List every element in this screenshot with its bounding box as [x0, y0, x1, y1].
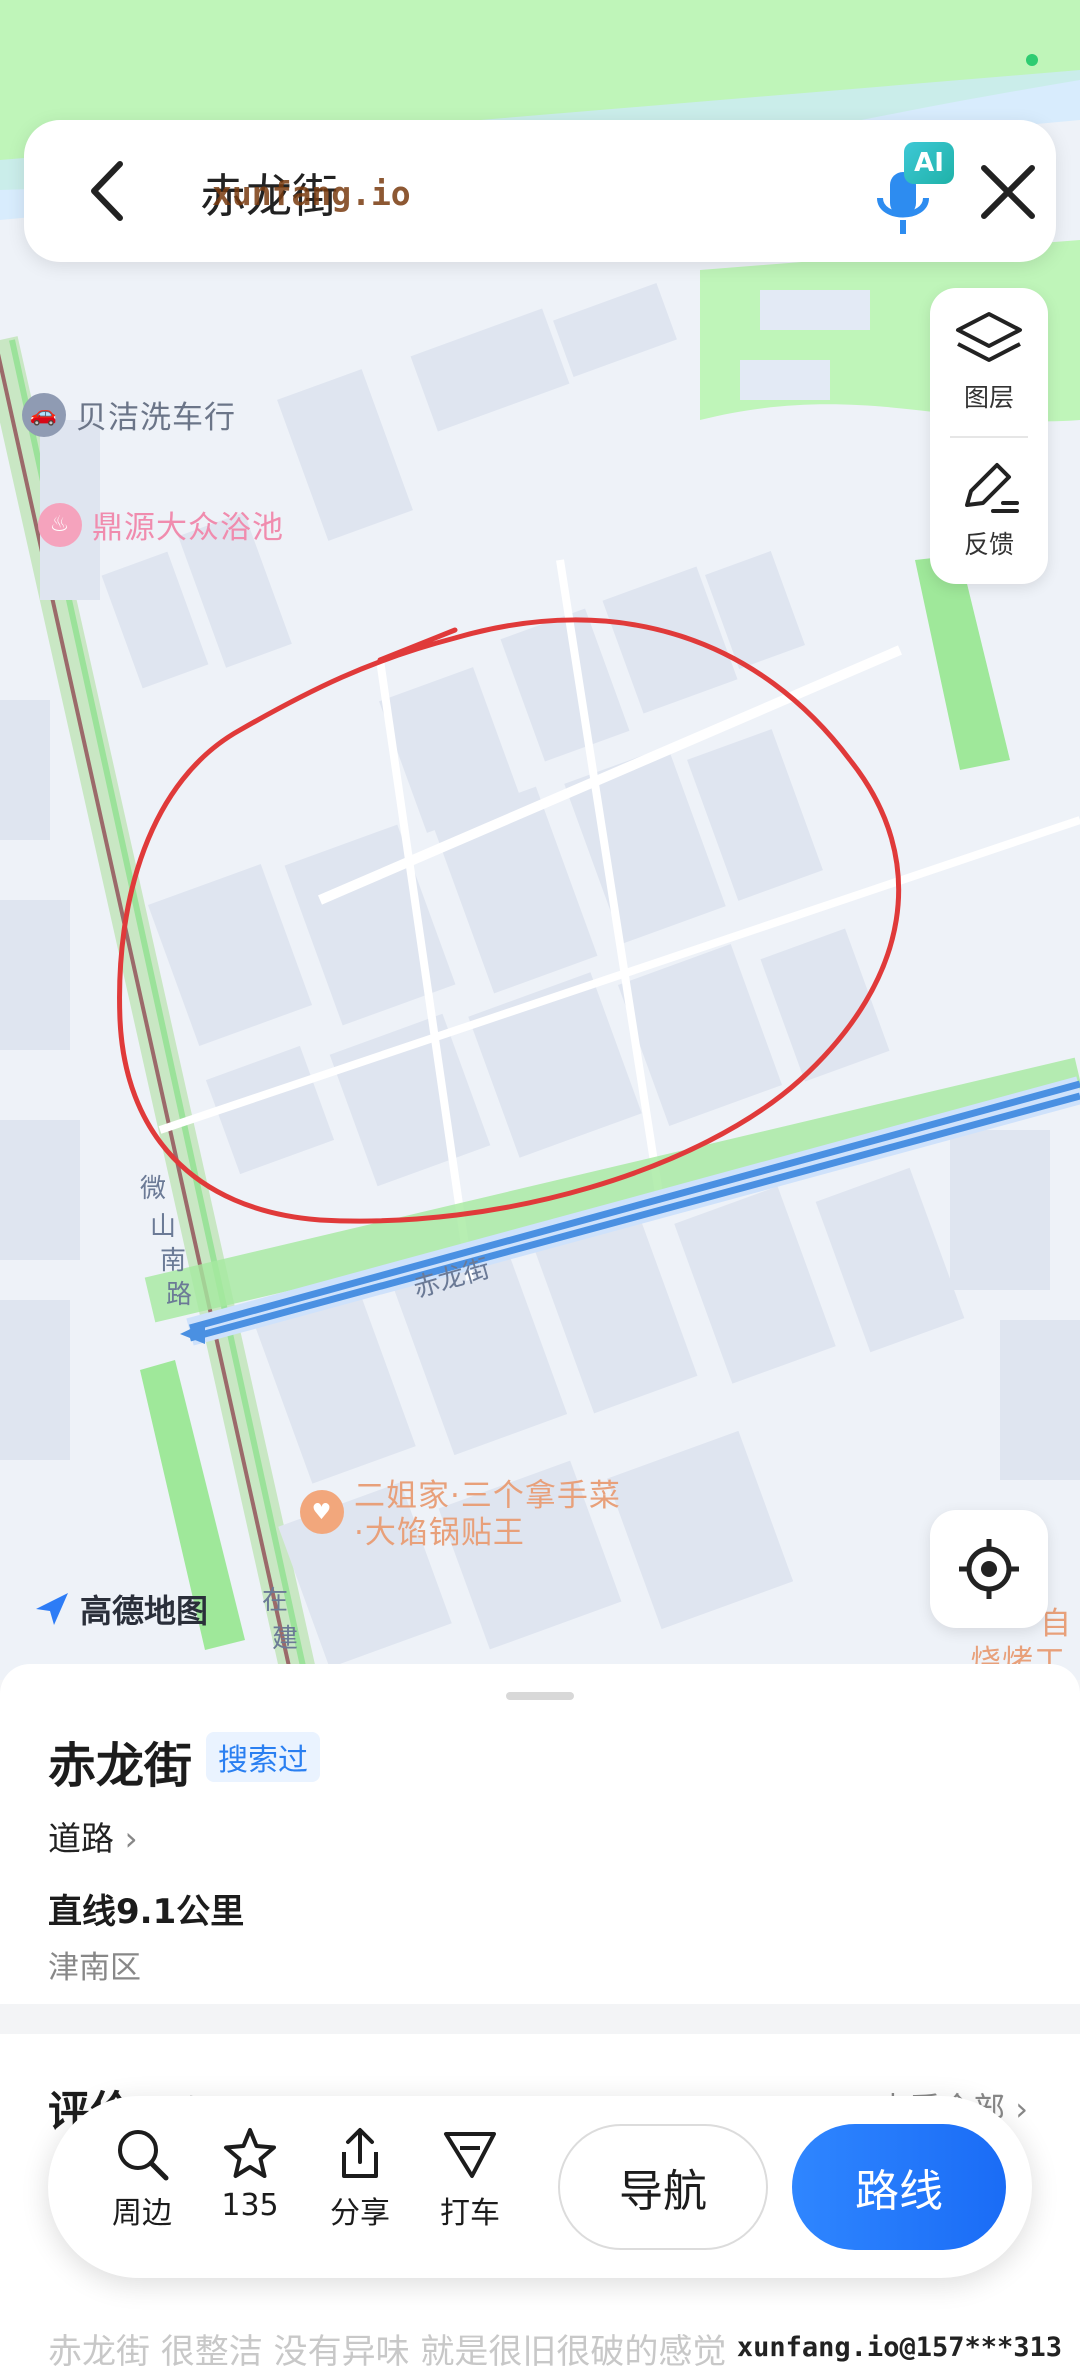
poi-bathhouse[interactable]: ♨ 鼎源大众浴池 [38, 502, 284, 547]
poi-bathhouse-label: 鼎源大众浴池 [92, 510, 284, 546]
navigate-button[interactable]: 导航 [558, 2124, 768, 2250]
road-label-construction-1: 在 [262, 1586, 289, 1616]
watermark-bottom: xunfang.io@157***313 [736, 2332, 1062, 2363]
close-icon [981, 165, 1035, 219]
poi-restaurant-line1: 二姐家·三个拿手菜 [354, 1478, 621, 1514]
share-icon [342, 2128, 378, 2178]
road-label-weishan-1: 微 [140, 1174, 167, 1204]
locate-crosshair-icon [959, 1539, 1019, 1599]
bath-icon: ♨ [38, 502, 82, 547]
poi-car-wash-label: 贝洁洗车行 [76, 400, 236, 436]
feedback-button[interactable]: 反馈 [930, 436, 1048, 584]
taxi-flag-icon [444, 2132, 496, 2178]
restaurant-icon: ♥ [300, 1490, 344, 1534]
road-label-construction-2: 建 [272, 1624, 299, 1654]
road-label-weishan-3: 南 [160, 1246, 187, 1276]
category-label: 道路 [48, 1819, 114, 1858]
place-district: 津南区 [48, 1950, 141, 1986]
close-button[interactable] [976, 160, 1040, 224]
brand-arrow-icon [36, 1593, 68, 1625]
car-icon: 🚗 [22, 392, 66, 437]
status-dot [1026, 54, 1038, 66]
feedback-label: 反馈 [963, 530, 1014, 559]
review-preview: 赤龙街 很整洁 没有异味 就是很旧很破的感觉 [48, 2332, 727, 2372]
place-name: 赤龙街 [48, 1738, 193, 1794]
layers-button[interactable]: 图层 [930, 288, 1048, 436]
search-icon [118, 2130, 169, 2181]
ai-badge: AI [904, 142, 954, 184]
layers-label: 图层 [963, 383, 1014, 412]
poi-restaurant[interactable]: ♥ 二姐家·三个拿手菜 ·大馅锅贴王 [300, 1478, 621, 1552]
place-details-sheet[interactable]: 赤龙街 搜索过 道路 › 直线9.1公里 津南区 [0, 1664, 1080, 2004]
map-tools-panel: 图层 反馈 [930, 288, 1048, 584]
star-icon [224, 2128, 276, 2178]
taxi-label: 打车 [440, 2196, 500, 2231]
search-bar: 赤龙街 AI [24, 120, 1056, 262]
ai-voice-button[interactable]: AI [866, 142, 958, 242]
route-button[interactable]: 路线 [792, 2124, 1006, 2250]
road-label-weishan-4: 路 [166, 1280, 193, 1310]
back-chevron-icon [91, 161, 123, 221]
map-brand-logo: 高德地图 [32, 1586, 208, 1632]
favorite-count: 135 [221, 2188, 279, 2223]
poi-car-wash[interactable]: 🚗 贝洁洗车行 [22, 392, 236, 437]
sheet-drag-handle[interactable] [506, 1692, 574, 1700]
nearby-button[interactable]: 周边 [92, 2126, 192, 2232]
brand-label: 高德地图 [80, 1592, 209, 1630]
back-button[interactable] [80, 156, 140, 226]
watermark-top: xunfang.io [212, 174, 411, 213]
poi-restaurant-line2: ·大馅锅贴王 [354, 1515, 525, 1552]
nearby-label: 周边 [112, 2196, 172, 2231]
searched-tag: 搜索过 [206, 1732, 320, 1782]
share-button[interactable]: 分享 [310, 2126, 410, 2232]
road-label-weishan-2: 山 [150, 1212, 177, 1242]
locate-button[interactable] [930, 1510, 1048, 1628]
edit-pen-icon [965, 463, 1019, 513]
place-distance: 直线9.1公里 [48, 1892, 245, 1932]
layers-icon [956, 312, 1022, 362]
taxi-button[interactable]: 打车 [420, 2126, 520, 2232]
chevron-right-icon: › [124, 1819, 138, 1858]
chevron-right-icon: › [1015, 2090, 1028, 2128]
favorite-button[interactable]: 135 [200, 2126, 300, 2223]
place-category-link[interactable]: 道路 › [48, 1812, 138, 1860]
bottom-action-bar: 周边 135 分享 打车 导航 路线 [48, 2096, 1032, 2278]
share-label: 分享 [330, 2196, 390, 2231]
